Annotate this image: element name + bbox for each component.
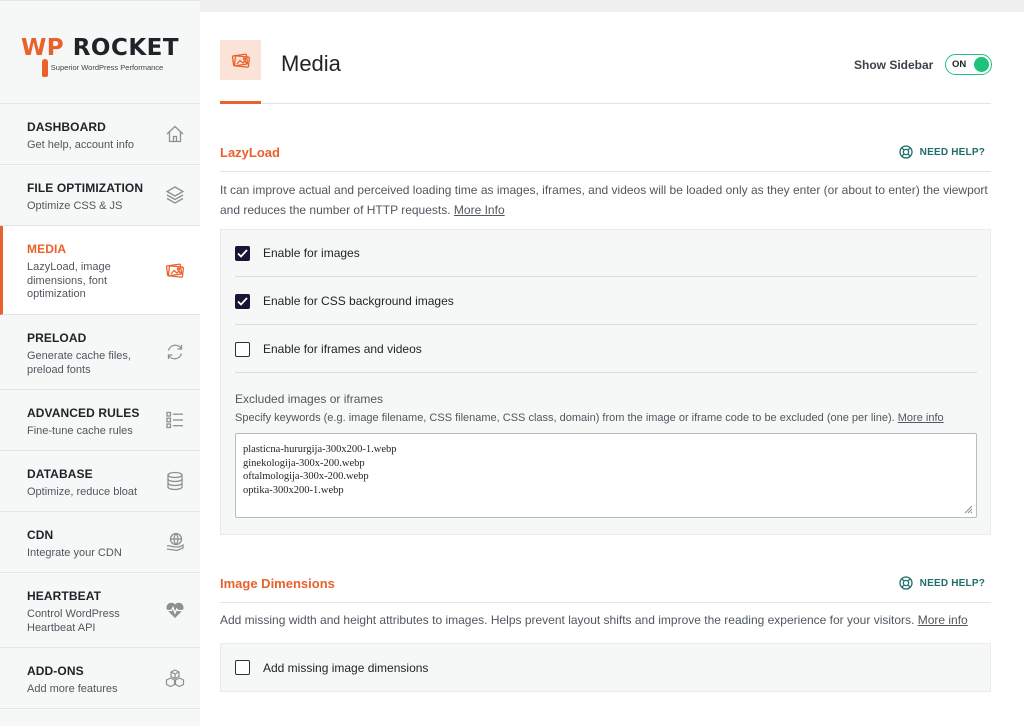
add-missing-dimensions-option[interactable]: Add missing image dimensions — [235, 644, 977, 691]
resize-handle-icon[interactable] — [963, 504, 973, 514]
enable-iframes-label: Enable for iframes and videos — [263, 342, 422, 356]
excluded-title: Excluded images or iframes — [235, 392, 384, 406]
add-missing-dimensions-checkbox[interactable] — [235, 660, 250, 675]
sidebar-item-title: DASHBOARD — [27, 120, 106, 134]
lazyload-desc-text: It can improve actual and perceived load… — [220, 183, 988, 217]
list-icon — [166, 411, 183, 429]
image-dimensions-desc-text: Add missing width and height attributes … — [220, 613, 915, 627]
heartbeat-icon — [166, 602, 184, 618]
checkmark-icon — [237, 248, 248, 258]
checkmark-icon — [237, 296, 248, 306]
image-dimensions-section-header: Image Dimensions NEED HELP? — [220, 570, 991, 603]
enable-images-label: Enable for images — [263, 246, 360, 260]
lazyload-more-info-link[interactable]: More Info — [454, 203, 505, 217]
toggle-knob — [974, 57, 989, 72]
image-dimensions-description: Add missing width and height attributes … — [220, 610, 991, 630]
sidebar-item-desc: Optimize CSS & JS — [27, 200, 123, 212]
toggle-label: ON — [952, 59, 967, 70]
logo-rocket: ROCKET — [72, 34, 180, 61]
wp-rocket-logo[interactable]: WP ROCKET Superior WordPress Performance — [0, 1, 200, 104]
layers-icon — [165, 186, 185, 204]
sidebar-item-cdn[interactable]: CDN Integrate your CDN — [0, 512, 200, 573]
sidebar-item-preload[interactable]: PRELOAD Generate cache files, preload fo… — [0, 315, 200, 390]
sidebar-item-desc: Add more features — [27, 683, 118, 695]
enable-iframes-checkbox[interactable] — [235, 341, 250, 357]
show-sidebar-label: Show Sidebar — [854, 58, 934, 72]
image-dimensions-more-info-link[interactable]: More info — [918, 613, 968, 627]
excluded-textarea[interactable]: plasticna-hururgija-300x200-1.webp ginek… — [235, 433, 977, 518]
lazyload-options: Enable for images Enable for CSS backgro… — [220, 229, 991, 535]
excluded-line: plasticna-hururgija-300x200-1.webp — [243, 444, 397, 455]
sidebar-item-desc: Get help, account info — [27, 139, 135, 151]
page-header: Media Show Sidebar ON — [220, 40, 992, 104]
logo-wordmark: WP ROCKET — [20, 34, 180, 61]
globe-hand-icon — [166, 532, 184, 552]
sidebar-item-desc: Fine-tune cache rules — [27, 425, 133, 437]
excluded-more-info-link[interactable]: More info — [898, 412, 944, 424]
enable-css-background-label: Enable for CSS background images — [263, 294, 454, 308]
enable-iframes-option[interactable]: Enable for iframes and videos — [235, 326, 977, 373]
excluded-description: Specify keywords (e.g. image filename, C… — [235, 412, 944, 424]
cubes-icon — [165, 669, 185, 688]
sidebar-item-desc: Generate cache files, preload fonts — [27, 350, 131, 376]
main-content: Media Show Sidebar ON LazyLoad NEED HELP… — [200, 12, 1024, 726]
database-icon — [167, 471, 183, 491]
excluded-line: optika-300x200-1.webp — [243, 484, 344, 496]
sidebar-item-title: MEDIA — [27, 242, 67, 256]
enable-css-background-checkbox[interactable] — [235, 293, 250, 309]
sidebar-item-desc: Optimize, reduce bloat — [27, 486, 138, 498]
page-icon-underline — [220, 101, 261, 104]
sidebar-item-add-ons[interactable]: ADD-ONS Add more features — [0, 648, 200, 709]
media-page-icon — [220, 40, 261, 80]
excluded-desc-text: Specify keywords (e.g. image filename, C… — [235, 412, 895, 424]
sidebar-item-heartbeat[interactable]: HEARTBEAT Control WordPress Heartbeat AP… — [0, 573, 200, 648]
lifebuoy-icon — [899, 576, 913, 590]
page-title: Media — [281, 51, 341, 76]
sidebar-item-title: ADD-ONS — [27, 664, 84, 678]
need-help-label: NEED HELP? — [919, 577, 985, 589]
sidebar-item-database[interactable]: DATABASE Optimize, reduce bloat — [0, 451, 200, 512]
image-dimensions-options: Add missing image dimensions — [220, 643, 991, 692]
sidebar-item-title: FILE OPTIMIZATION — [27, 181, 144, 195]
sidebar-item-file-optimization[interactable]: FILE OPTIMIZATION Optimize CSS & JS — [0, 165, 200, 226]
home-icon — [166, 125, 184, 143]
sidebar-item-title: ADVANCED RULES — [27, 406, 140, 420]
lazyload-title: LazyLoad — [220, 145, 280, 160]
sidebar-item-media[interactable]: MEDIA LazyLoad, image dimensions, font o… — [0, 226, 200, 315]
sidebar-item-advanced-rules[interactable]: ADVANCED RULES Fine-tune cache rules — [0, 390, 200, 451]
lifebuoy-icon — [899, 145, 913, 159]
sidebar-item-desc: Integrate your CDN — [27, 547, 122, 559]
sidebar-item-dashboard[interactable]: DASHBOARD Get help, account info — [0, 104, 200, 165]
logo-wp: WP — [20, 34, 65, 61]
sidebar-item-title: HEARTBEAT — [27, 589, 102, 603]
sidebar-item-title: CDN — [27, 528, 54, 542]
sidebar-item-title: PRELOAD — [27, 331, 87, 345]
show-sidebar-toggle[interactable]: ON — [945, 54, 992, 75]
enable-images-checkbox[interactable] — [235, 245, 250, 261]
image-dimensions-title: Image Dimensions — [220, 576, 335, 591]
rocket-flame-icon — [42, 59, 48, 77]
lazyload-section-header: LazyLoad NEED HELP? — [220, 139, 991, 172]
add-missing-dimensions-label: Add missing image dimensions — [263, 660, 429, 675]
sidebar-item-title: DATABASE — [27, 467, 93, 481]
need-help-label: NEED HELP? — [919, 146, 985, 158]
excluded-line: ginekologija-300x-200.webp — [243, 457, 365, 469]
sidebar: WP ROCKET Superior WordPress Performance… — [0, 0, 200, 726]
lazyload-need-help-link[interactable]: NEED HELP? — [899, 145, 985, 159]
enable-css-background-option[interactable]: Enable for CSS background images — [235, 278, 977, 325]
sidebar-item-desc: LazyLoad, image dimensions, font optimiz… — [27, 261, 111, 300]
excluded-line: oftalmologija-300x-200.webp — [243, 471, 369, 482]
lazyload-description: It can improve actual and perceived load… — [220, 180, 991, 220]
image-dimensions-need-help-link[interactable]: NEED HELP? — [899, 576, 985, 590]
sidebar-item-desc: Control WordPress Heartbeat API — [27, 608, 120, 634]
enable-images-option[interactable]: Enable for images — [235, 230, 977, 277]
refresh-icon — [167, 344, 183, 360]
media-icon — [165, 263, 184, 278]
logo-tagline: Superior WordPress Performance — [50, 62, 164, 72]
